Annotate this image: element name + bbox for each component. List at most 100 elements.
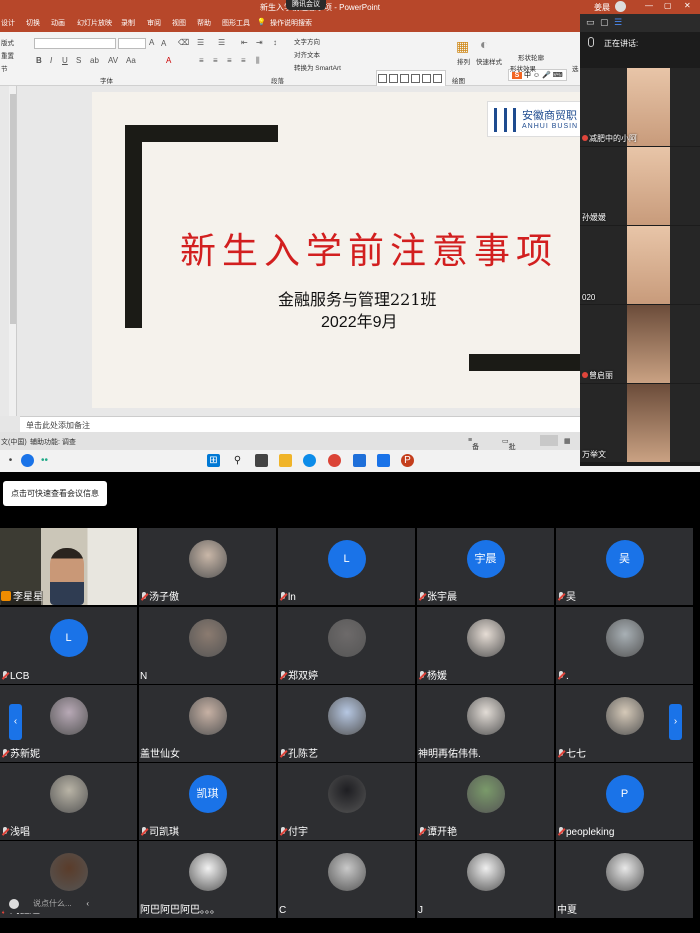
sorter-view-icon[interactable]: ▦ <box>564 437 571 445</box>
arrange-button[interactable]: 排列 <box>457 56 470 66</box>
quick-styles-button[interactable]: 快速样式 <box>476 56 502 66</box>
tab-transitions[interactable]: 切换 <box>26 18 40 28</box>
speaker-tile[interactable]: 减肥中的小阿 <box>580 68 700 146</box>
outdent-icon[interactable]: ⇥ <box>256 38 263 47</box>
tab-shape-format[interactable]: 图形工具 <box>222 18 250 28</box>
align-right-icon[interactable]: ≡ <box>227 56 232 65</box>
tab-record[interactable]: 录制 <box>121 18 135 28</box>
participant-tile[interactable]: L LCB <box>0 607 137 684</box>
align-left-icon[interactable]: ≡ <box>199 56 204 65</box>
participant-tile[interactable]: 杨媛 <box>417 607 554 684</box>
smartart-button[interactable]: 转换为 SmartArt <box>294 62 341 72</box>
columns-icon[interactable]: ⫼ <box>256 56 260 66</box>
participant-tile[interactable]: Lln <box>278 528 415 605</box>
tab-review[interactable]: 审阅 <box>147 18 161 28</box>
font-color-icon[interactable]: A <box>166 56 171 65</box>
store-icon[interactable] <box>353 454 366 467</box>
font-family-box[interactable] <box>34 38 116 49</box>
participant-tile[interactable]: . <box>556 607 693 684</box>
speaker-tile[interactable]: 020 <box>580 226 700 304</box>
bullets-icon[interactable]: ☰ <box>197 38 204 47</box>
meeting-badge[interactable]: 腾讯会议 <box>286 0 326 10</box>
slide-subtitle-class[interactable]: 金融服务与管理221班 <box>278 286 437 310</box>
text-direction-button[interactable]: 文字方向 <box>294 36 320 46</box>
tray-icon[interactable]: • <box>4 454 17 467</box>
participant-tile[interactable]: 阿巴阿巴阿巴。。。 <box>139 841 276 918</box>
participant-tile[interactable]: 李星星 <box>0 528 137 605</box>
close-button[interactable]: ✕ <box>684 1 691 10</box>
participant-tile[interactable]: Ppeopleking <box>556 763 693 840</box>
participant-tile[interactable]: 中夏 <box>556 841 693 918</box>
tab-help[interactable]: 帮助 <box>197 18 211 28</box>
participant-tile[interactable]: 吴吴 <box>556 528 693 605</box>
align-text-button[interactable]: 对齐文本 <box>294 49 320 59</box>
meeting-info-hint[interactable]: 点击可快速查看会议信息 <box>3 481 107 506</box>
participant-tile[interactable]: 谭开艳 <box>417 763 554 840</box>
shrink-font-icon[interactable]: A <box>161 39 166 48</box>
reset-button[interactable]: 重置 <box>1 50 14 60</box>
quick-styles-icon[interactable]: ◐ <box>480 36 488 52</box>
comments-toggle[interactable]: ▭ 批注 <box>502 437 516 461</box>
clear-format-icon[interactable]: ⌫ <box>178 38 189 47</box>
grid-view-icon[interactable]: ▢ <box>600 17 609 28</box>
task-view-icon[interactable] <box>255 454 268 467</box>
numbering-icon[interactable]: ☰ <box>218 38 225 47</box>
slide-canvas[interactable]: 安徽商贸职 ANHUI BUSIN 新生入学前注意事项 金融服务与管理221班 … <box>92 92 580 408</box>
tencent-meeting-icon[interactable] <box>377 454 390 467</box>
section-button[interactable]: 节 <box>1 63 8 73</box>
maximize-button[interactable]: ▢ <box>664 1 672 10</box>
accessibility-status[interactable]: 辅助功能: 调查 <box>30 437 76 447</box>
slide-title[interactable]: 新生入学前注意事项 <box>180 222 558 274</box>
list-view-icon[interactable]: ☰ <box>614 17 622 28</box>
participant-tile[interactable]: J <box>417 841 554 918</box>
minimize-panel-icon[interactable]: ▭ <box>586 17 595 28</box>
speaker-tile[interactable]: 万举文 <box>580 384 700 462</box>
bold-icon[interactable]: B <box>36 56 42 65</box>
normal-view-icon[interactable] <box>540 435 558 446</box>
tab-design[interactable]: 设计 <box>1 18 15 28</box>
speaker-tile[interactable]: 孙媛媛 <box>580 147 700 225</box>
emoji-icon[interactable] <box>9 899 19 909</box>
select-button[interactable]: 选 <box>572 63 579 73</box>
file-explorer-icon[interactable] <box>279 454 292 467</box>
shape-outline-button[interactable]: 形状轮廓 <box>518 52 544 62</box>
chrome-icon[interactable] <box>328 454 341 467</box>
start-icon[interactable]: ⊞ <box>207 454 220 467</box>
char-spacing-icon[interactable]: AV <box>108 56 118 65</box>
participant-tile[interactable]: 郑双婷 <box>278 607 415 684</box>
participant-tile[interactable]: 宇晨 张宇晨 <box>417 528 554 605</box>
participant-tile[interactable]: 盖世仙女 <box>139 685 276 762</box>
slide-subtitle-date[interactable]: 2022年9月 <box>321 308 398 332</box>
prev-page-button[interactable]: ‹ <box>9 704 22 740</box>
search-icon[interactable]: ⚲ <box>231 454 244 467</box>
shadow-icon[interactable]: S <box>76 56 81 65</box>
participant-tile[interactable]: N <box>139 607 276 684</box>
user-avatar[interactable] <box>615 1 626 12</box>
participant-tile[interactable]: 凯琪 司凯琪 <box>139 763 276 840</box>
underline-icon[interactable]: U <box>62 56 68 65</box>
edge-icon[interactable] <box>303 454 316 467</box>
language-status[interactable]: 文(中国) <box>1 437 27 447</box>
minimize-button[interactable]: — <box>645 1 653 10</box>
participant-tile[interactable]: 浅唱 <box>0 763 137 840</box>
change-case-icon[interactable]: Aa <box>126 56 136 65</box>
justify-icon[interactable]: ≡ <box>241 56 246 65</box>
font-size-box[interactable] <box>118 38 146 49</box>
participant-tile[interactable]: 孔陈艺 <box>278 685 415 762</box>
chevron-left-icon[interactable]: ‹ <box>86 895 89 913</box>
arrange-icon[interactable]: ▦ <box>456 38 469 55</box>
notes-toggle[interactable]: ≡ 备注 <box>468 437 479 461</box>
ime-mode[interactable]: 中 <box>524 72 531 79</box>
tab-slideshow[interactable]: 幻灯片放映 <box>77 18 112 28</box>
indent-icon[interactable]: ⇤ <box>241 38 248 47</box>
line-spacing-icon[interactable]: ↕ <box>273 38 277 47</box>
participant-tile[interactable]: 汤子傲 <box>139 528 276 605</box>
participant-tile[interactable]: 神明再佑伟伟. <box>417 685 554 762</box>
strikethrough-icon[interactable]: ab <box>90 56 99 65</box>
italic-icon[interactable]: I <box>50 56 52 65</box>
scrollbar-thumb[interactable] <box>10 94 16 324</box>
participant-tile[interactable]: C <box>278 841 415 918</box>
thumbnail-scrollbar[interactable] <box>9 86 17 416</box>
meeting-tray-icon[interactable] <box>21 454 34 467</box>
tab-animations[interactable]: 动画 <box>51 18 65 28</box>
